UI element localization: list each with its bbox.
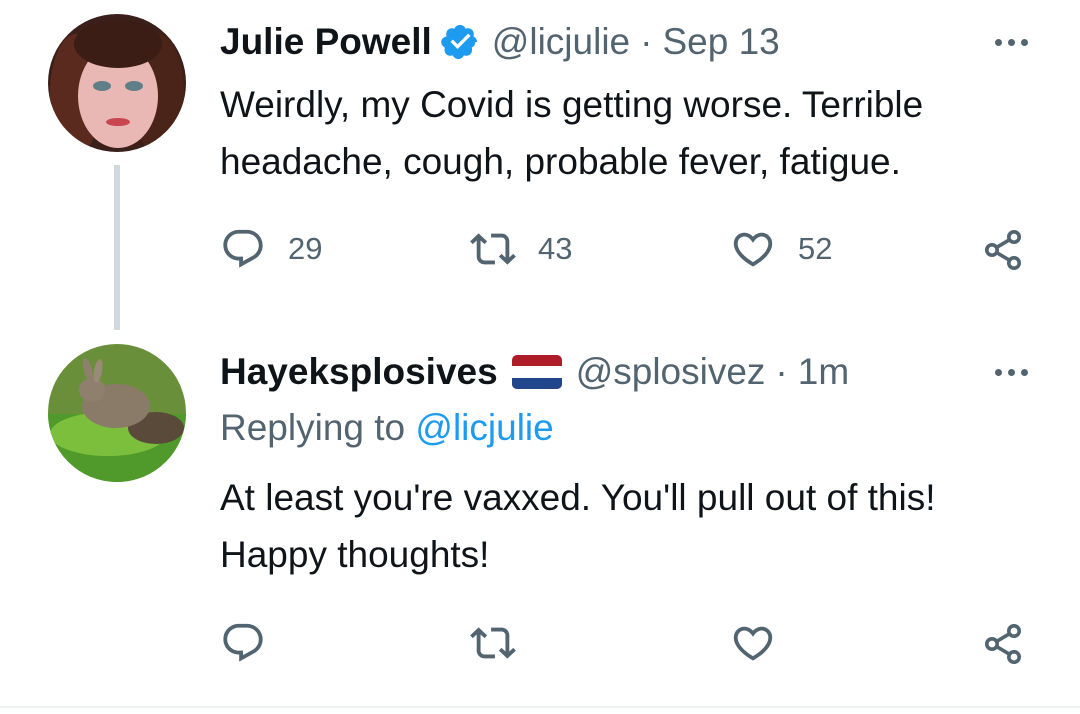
tweet-hayeksplosives[interactable]: Hayeksplosives @splosivez · 1m Replying …: [0, 330, 1080, 706]
user-handle[interactable]: @splosivez: [576, 351, 766, 393]
display-name[interactable]: Hayeksplosives: [220, 351, 498, 393]
share-button[interactable]: [980, 620, 1028, 668]
reply-button[interactable]: [220, 620, 266, 666]
reply-button[interactable]: 29: [220, 226, 322, 272]
like-button[interactable]: 52: [730, 226, 832, 272]
timestamp[interactable]: Sep 13: [662, 21, 779, 63]
tweet-text: At least you're vaxxed. You'll pull out …: [220, 477, 936, 575]
reply-icon: [223, 623, 263, 662]
tweet-text: Weirdly, my Covid is getting worse. Terr…: [220, 84, 924, 182]
divider: [0, 706, 1080, 708]
verified-badge-icon: [440, 22, 480, 62]
netherlands-flag-icon: [511, 355, 562, 389]
retweet-icon: [470, 627, 516, 659]
more-icon[interactable]: [995, 39, 1028, 46]
replying-to-mention[interactable]: @licjulie: [415, 407, 553, 448]
tweet-header: Hayeksplosives @splosivez · 1m: [220, 344, 849, 400]
replying-to: Replying to @licjulie: [220, 407, 554, 449]
avatar-image: [48, 344, 186, 482]
more-icon[interactable]: [995, 369, 1028, 376]
avatar[interactable]: [48, 344, 186, 482]
replying-to-label: Replying to: [220, 407, 406, 448]
tweet-actions: [0, 620, 1080, 670]
retweet-icon: [470, 233, 516, 265]
retweet-button[interactable]: 43: [470, 226, 572, 272]
avatar-image: [48, 14, 186, 152]
user-handle[interactable]: @licjulie: [492, 21, 630, 63]
timestamp[interactable]: 1m: [798, 351, 849, 393]
retweet-count: 43: [538, 231, 573, 266]
like-icon: [733, 626, 773, 661]
tweet-julie-powell[interactable]: Julie Powell @licjulie · Sep 13 Weirdly,…: [0, 0, 1080, 330]
share-icon: [985, 230, 1021, 270]
separator-dot: ·: [775, 351, 788, 392]
tweet-header: Julie Powell @licjulie · Sep 13: [220, 14, 780, 70]
reply-count: 29: [288, 231, 323, 266]
avatar[interactable]: [48, 14, 186, 152]
reply-icon: [223, 229, 263, 268]
share-button[interactable]: [980, 226, 1028, 274]
share-icon: [985, 624, 1021, 664]
retweet-button[interactable]: [470, 620, 516, 666]
display-name[interactable]: Julie Powell: [220, 21, 432, 63]
separator-dot: ·: [640, 21, 653, 62]
tweet-actions: 29 43 52: [0, 226, 1080, 276]
like-count: 52: [798, 231, 833, 266]
like-button[interactable]: [730, 620, 776, 666]
like-icon: [733, 232, 773, 267]
